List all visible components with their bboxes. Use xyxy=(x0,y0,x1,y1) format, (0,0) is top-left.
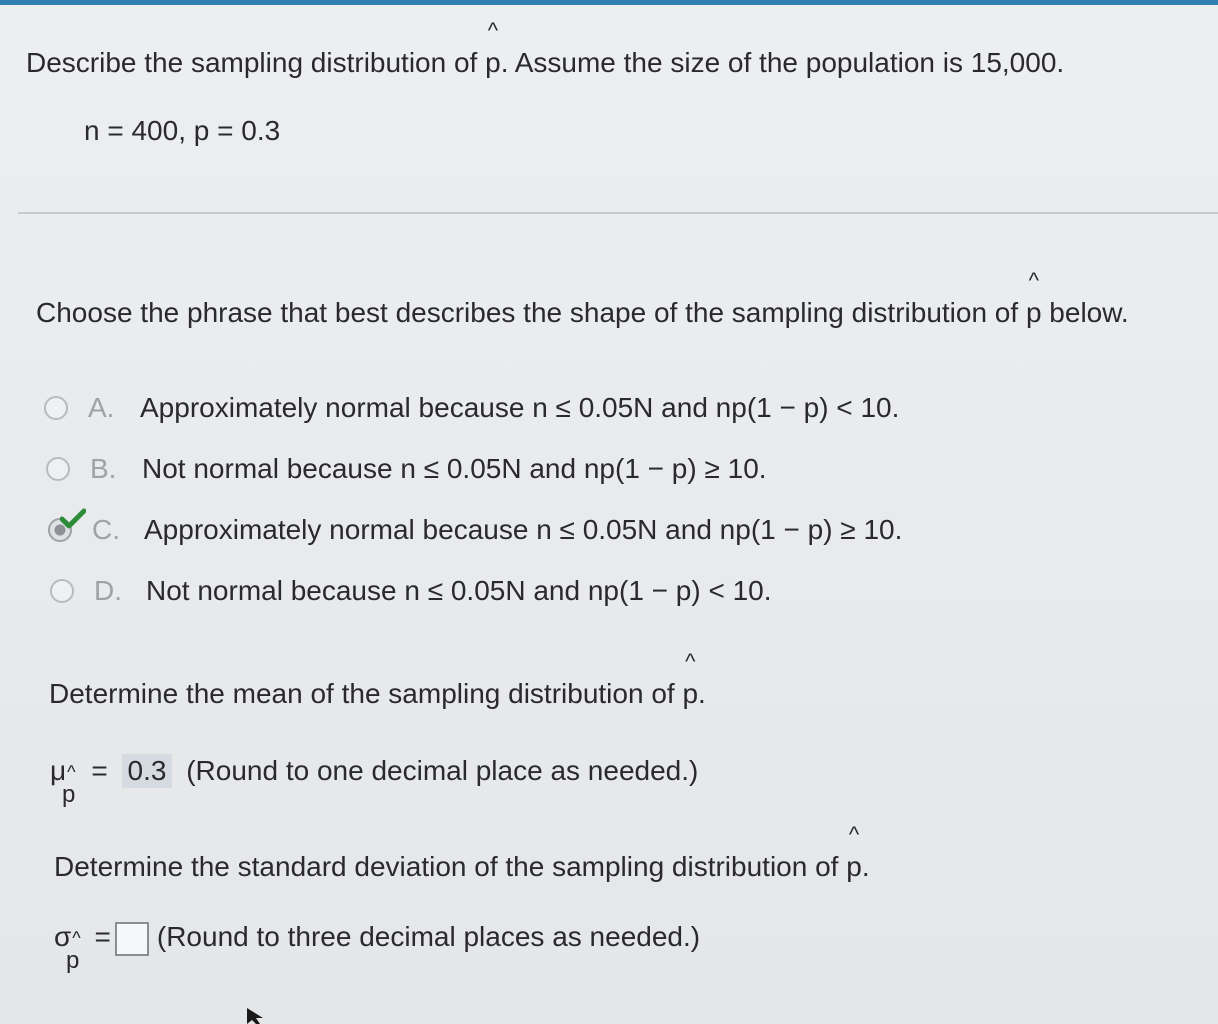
mean-round-hint: (Round to one decimal place as needed.) xyxy=(186,755,699,786)
mean-answer-row: μ^ p = 0.3 (Round to one decimal place as… xyxy=(50,754,699,808)
sd-prompt-text: Determine the standard deviation of the … xyxy=(54,851,847,882)
section-divider xyxy=(18,212,1218,214)
p-hat-var: p xyxy=(485,47,501,78)
hat-mark: ^ xyxy=(848,822,860,847)
option-letter: A. xyxy=(88,392,115,423)
subscript-p: p xyxy=(62,781,76,808)
option-letter: D. xyxy=(94,575,122,606)
sd-answer-input[interactable] xyxy=(114,921,149,956)
option-letter: B. xyxy=(90,453,117,484)
mean-answer-field[interactable]: 0.3 xyxy=(121,754,173,788)
given-values: n = 400, p = 0.3 xyxy=(84,115,281,146)
option-text: Approximately normal because n ≤ 0.05N a… xyxy=(144,514,903,545)
hat-mark: ^ xyxy=(487,18,499,43)
shape-prompt-text: Choose the phrase that best describes th… xyxy=(36,297,1026,328)
option-text: Not normal because n ≤ 0.05N and np(1 − … xyxy=(146,575,772,606)
option-d[interactable]: D. Not normal because n ≤ 0.05N and np(1… xyxy=(50,571,772,611)
hat-mark: ^ xyxy=(685,649,696,674)
radio-button[interactable] xyxy=(50,579,74,603)
hat-mark: ^ xyxy=(1028,268,1039,293)
sd-round-hint: (Round to three decimal places as needed… xyxy=(156,921,701,952)
p-hat-symbol: ^ p xyxy=(485,20,501,80)
radio-button[interactable] xyxy=(44,396,68,420)
question-prompt: Describe the sampling distribution of ^ p… xyxy=(26,20,1065,80)
shape-prompt: Choose the phrase that best describes th… xyxy=(36,270,1129,330)
mu-p-hat-symbol: μ^ p xyxy=(50,754,76,808)
sd-prompt-tail: . xyxy=(861,851,870,882)
option-text: Not normal because n ≤ 0.05N and np(1 − … xyxy=(142,453,767,484)
question-prompt-text: Describe the sampling distribution of xyxy=(26,47,486,78)
p-hat-var: p xyxy=(1025,297,1042,328)
radio-button-selected[interactable] xyxy=(48,508,86,542)
option-text: Approximately normal because n ≤ 0.05N a… xyxy=(140,392,900,423)
subscript-p: p xyxy=(66,947,80,974)
option-letter: C. xyxy=(92,514,120,545)
p-hat-symbol: ^ p xyxy=(1025,270,1042,330)
mouse-cursor-icon xyxy=(247,1008,263,1024)
option-c[interactable]: C. Approximately normal because n ≤ 0.05… xyxy=(48,508,903,550)
shape-prompt-tail: below. xyxy=(1041,297,1129,328)
equals-sign: = xyxy=(91,755,108,786)
equals-sign: = xyxy=(94,921,111,952)
mean-prompt-text: Determine the mean of the sampling distr… xyxy=(49,678,683,709)
mean-prompt: Determine the mean of the sampling distr… xyxy=(49,651,706,711)
p-hat-var: p xyxy=(846,851,862,882)
radio-button[interactable] xyxy=(46,457,70,481)
checkmark-icon xyxy=(60,508,86,529)
sigma-p-hat-symbol: σ^ p xyxy=(54,920,81,974)
option-b[interactable]: B. Not normal because n ≤ 0.05N and np(1… xyxy=(46,449,767,489)
top-accent-bar xyxy=(0,0,1218,5)
sd-answer-row: σ^ p = (Round to three decimal places as n… xyxy=(54,920,701,974)
p-hat-var: p xyxy=(682,678,699,709)
question-prompt-tail: . Assume the size of the population is 1… xyxy=(500,47,1065,78)
mean-prompt-tail: . xyxy=(698,678,706,709)
option-a[interactable]: A. Approximately normal because n ≤ 0.05… xyxy=(44,388,899,428)
sd-prompt: Determine the standard deviation of the … xyxy=(54,824,870,884)
p-hat-symbol: ^ p xyxy=(846,824,862,884)
p-hat-symbol: ^ p xyxy=(682,651,699,711)
